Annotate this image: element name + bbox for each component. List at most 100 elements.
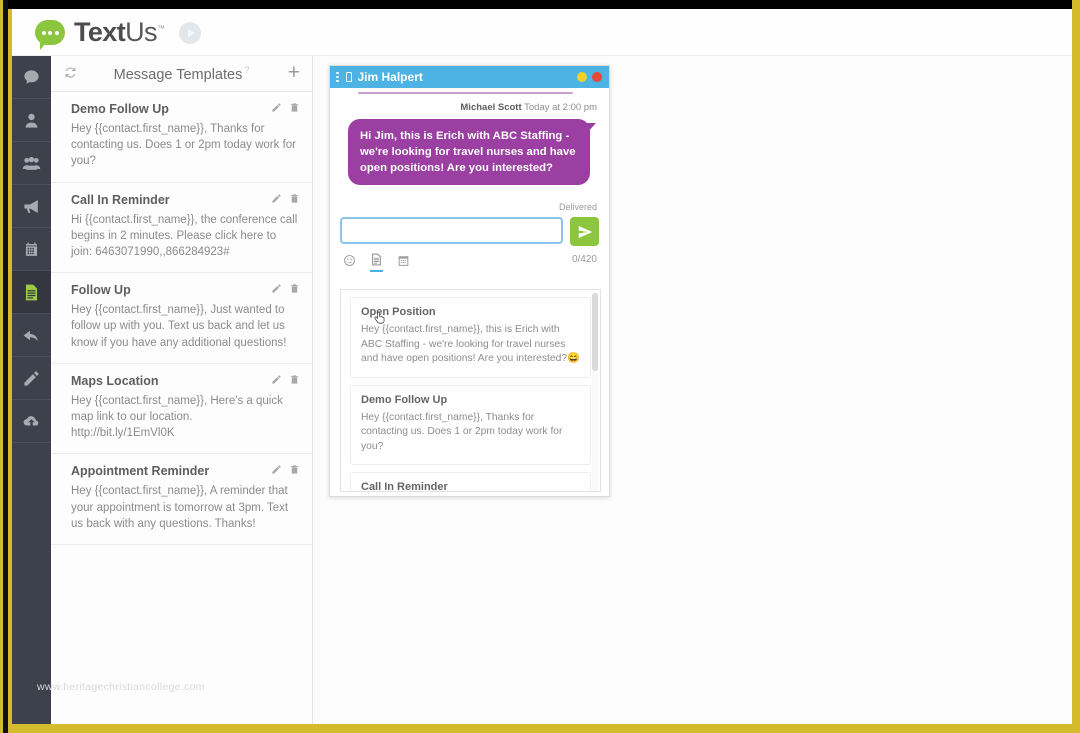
template-name: Appointment Reminder (71, 464, 210, 479)
compose-toolbar: 0/420 (340, 246, 599, 272)
message-templates-panel: Message Templates? + Demo Follow Up Hey {… (51, 56, 313, 724)
template-name: Call In Reminder (71, 192, 170, 207)
message-sender: Michael Scott (460, 102, 522, 113)
reply-arrow-icon (23, 330, 38, 341)
template-name: Call In Reminder (361, 481, 448, 492)
primary-nav-rail (12, 56, 51, 724)
brand-name-bold: Text (74, 17, 126, 47)
template-picker-item[interactable]: Call In ReminderHi {{contact.first_name}… (350, 472, 591, 492)
person-icon (25, 113, 38, 128)
template-picker-item[interactable]: Open Position Hey {{contact.first_name}},… (350, 297, 591, 378)
message-thread: Michael Scott Today at 2:00 pm Hi Jim, t… (330, 88, 609, 213)
mouse-cursor-pointer (374, 311, 385, 324)
sidebar-item-messages[interactable] (12, 56, 51, 99)
refresh-icon[interactable] (63, 65, 80, 82)
template-list-item[interactable]: Demo Follow Up Hey {{contact.first_name}}… (51, 92, 312, 183)
calendar-icon (25, 241, 38, 256)
chat-bubble-icon (24, 69, 39, 84)
sidebar-item-contacts[interactable] (12, 99, 51, 142)
left-black-edge (3, 0, 8, 733)
speech-bubble-icon (35, 20, 65, 50)
pencil-icon[interactable] (271, 193, 282, 204)
page-title: Message Templates? (51, 65, 312, 83)
template-list-item[interactable]: Appointment Reminder Hey {{contact.first_… (51, 454, 312, 546)
brand-logo[interactable]: TextUs™ (35, 17, 202, 50)
compose-area: 0/420 (330, 213, 609, 272)
pencil-icon[interactable] (271, 464, 282, 475)
close-button[interactable] (592, 72, 602, 82)
template-list-item[interactable]: Maps Location Hey {{contact.first_name}},… (51, 364, 312, 455)
send-button[interactable] (570, 217, 599, 246)
trademark-symbol: ™ (156, 24, 165, 33)
add-template-button[interactable]: + (288, 62, 300, 84)
pencil-icon[interactable] (271, 283, 282, 294)
trash-icon[interactable] (289, 464, 300, 475)
sidebar-item-groups[interactable] (12, 142, 51, 185)
emoji-smiley-icon (344, 255, 355, 266)
message-delivery-status: Delivered (558, 202, 597, 212)
calendar-icon (398, 256, 409, 266)
template-name: Demo Follow Up (361, 393, 448, 406)
document-icon (25, 284, 38, 300)
sidebar-item-import[interactable] (12, 400, 51, 443)
template-body: Hey {{contact.first_name}}, Thanks for c… (361, 411, 563, 452)
sidebar-item-campaigns[interactable] (12, 185, 51, 228)
template-document-icon (372, 253, 381, 266)
character-counter: 0/420 (571, 254, 597, 265)
templates-list: Demo Follow Up Hey {{contact.first_name}}… (51, 92, 312, 546)
brand-wordmark: TextUs™ (74, 17, 165, 48)
template-list-item[interactable]: Follow Up Hey {{contact.first_name}}, Jus… (51, 273, 312, 364)
template-body: Hey {{contact.first_name}}, Here's a qui… (71, 394, 283, 440)
send-paper-plane-icon (578, 225, 592, 238)
play-button-icon[interactable] (179, 21, 202, 44)
template-actions (271, 283, 300, 294)
conversation-window: Jim Halpert Michael Scott Today at 2:00 … (329, 65, 610, 497)
previous-message-edge (358, 92, 573, 94)
message-input[interactable] (340, 217, 563, 244)
trash-icon[interactable] (289, 283, 300, 294)
trash-icon[interactable] (289, 374, 300, 385)
app-logo-header: TextUs™ (12, 9, 1072, 56)
group-icon (22, 156, 41, 170)
template-name: Maps Location (71, 373, 159, 388)
brand-name-light: Us (125, 17, 157, 47)
message-timestamp: Today at 2:00 pm (524, 102, 597, 113)
templates-panel-header: Message Templates? + (51, 56, 312, 92)
sidebar-item-signature[interactable] (12, 357, 51, 400)
templates-button[interactable] (370, 253, 383, 272)
pencil-icon (24, 370, 39, 386)
pencil-icon[interactable] (271, 102, 282, 113)
template-actions (271, 464, 300, 475)
template-name: Demo Follow Up (71, 102, 169, 116)
image-border-frame: TextUs™ Message Templates ? + Demo Follo… (0, 0, 1080, 733)
trash-icon[interactable] (289, 193, 300, 204)
dropdown-scrollbar-thumb[interactable] (592, 293, 598, 371)
sidebar-item-scheduled[interactable] (12, 228, 51, 271)
template-body: Hey {{contact.first_name}}, A reminder t… (71, 485, 289, 530)
conversation-header: Jim Halpert (330, 66, 609, 88)
schedule-button[interactable] (397, 254, 410, 271)
pencil-icon[interactable] (271, 374, 282, 385)
sidebar-item-templates[interactable] (12, 271, 51, 314)
template-name: Follow Up (71, 283, 131, 298)
templates-title-text: Message Templates (113, 66, 243, 83)
template-body: Hey {{contact.first_name}}, this is Eric… (361, 324, 580, 364)
mobile-phone-icon (345, 72, 352, 82)
help-icon[interactable]: ? (244, 65, 249, 75)
textus-app-window: TextUs™ Message Templates ? + Demo Follo… (12, 9, 1072, 724)
template-body: Hi {{contact.first_name}}, the conferenc… (71, 213, 298, 259)
outgoing-message-bubble: Hi Jim, this is Erich with ABC Staffing … (348, 119, 596, 185)
template-list-item[interactable]: Call In Reminder Hi {{contact.first_name}… (51, 183, 312, 274)
template-picker-item[interactable]: Demo Follow Up Hey {{contact.first_name}}… (350, 384, 591, 465)
template-actions (271, 374, 300, 385)
sidebar-item-auto-reply[interactable] (12, 314, 51, 357)
template-actions (271, 193, 300, 204)
contact-name: Jim Halpert (357, 70, 423, 84)
vertical-dots-icon[interactable] (336, 71, 339, 83)
message-meta: Michael Scott Today at 2:00 pm (460, 102, 597, 113)
minimize-button[interactable] (577, 72, 587, 82)
trash-icon[interactable] (289, 102, 300, 113)
template-body: Hey {{contact.first_name}}, Thanks for c… (71, 123, 296, 168)
emoji-button[interactable] (343, 254, 356, 271)
template-actions (271, 102, 300, 113)
